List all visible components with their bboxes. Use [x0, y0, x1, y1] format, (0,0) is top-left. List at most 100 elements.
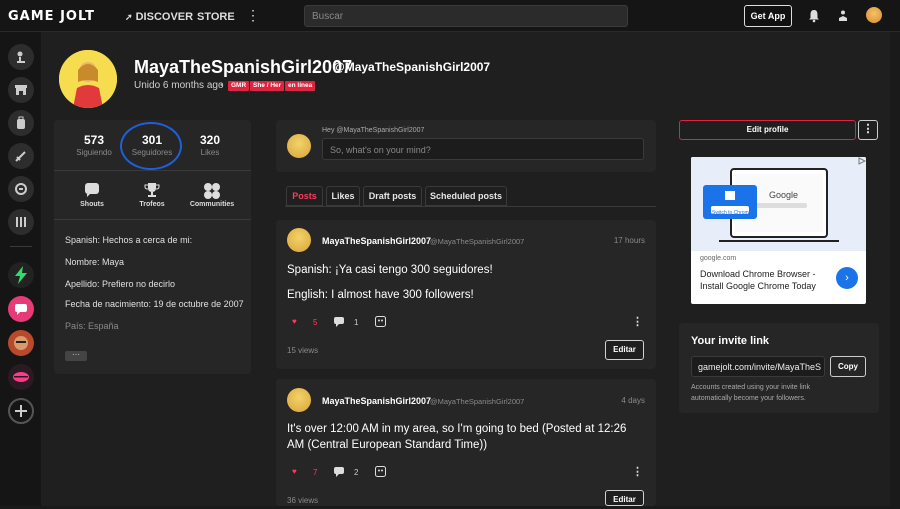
profile-options-button[interactable]: ⋮	[858, 120, 878, 140]
heart-icon: ♥	[292, 467, 297, 476]
followers-highlight-circle	[120, 122, 182, 170]
post-time: 17 hours	[613, 236, 645, 245]
post-options-icon[interactable]: ⋮	[632, 467, 643, 478]
bio-line-5: País: España	[65, 321, 119, 331]
post-avatar[interactable]	[287, 228, 311, 252]
sidebar-community-pink[interactable]	[8, 296, 34, 322]
profile-avatar[interactable]	[59, 50, 117, 108]
comment-count: 1	[354, 318, 359, 327]
comment-icon	[334, 317, 344, 327]
search-input[interactable]: Buscar	[304, 5, 628, 27]
sidebar-library-button[interactable]	[8, 110, 34, 136]
tree-icon	[17, 51, 25, 63]
ad-switch-button: Switch to Chrome	[712, 210, 752, 216]
post-handle: @MayaTheSpanishGirl2007	[430, 397, 525, 406]
composer-greeting: Hey @MayaTheSpanishGirl2007	[322, 127, 425, 134]
sidebar-add-community-button[interactable]	[8, 398, 34, 424]
edit-post-button[interactable]: Editar	[605, 490, 644, 506]
adchoices-icon[interactable]	[858, 157, 866, 165]
post-text-line: AM (Central European Standard Time))	[287, 439, 488, 451]
gamejolt-logo[interactable]: GAME JOLT	[8, 9, 95, 24]
sidebar-realms-button[interactable]	[8, 44, 34, 70]
tab-scheduled-posts[interactable]: Scheduled posts	[425, 186, 507, 206]
sticker-icon[interactable]	[375, 466, 386, 477]
sticker-icon[interactable]	[375, 316, 386, 327]
stat-likes-label: Likes	[200, 148, 220, 157]
tag-pronouns: She / Her	[250, 81, 285, 91]
post-text-line: English: I almost have 300 followers!	[287, 289, 474, 301]
bio-line-1: Spanish: Hechos a cerca de mi:	[65, 235, 193, 245]
post-author[interactable]: MayaTheSpanishGirl2007	[322, 236, 431, 246]
post-views: 36 views	[287, 496, 319, 505]
face-icon	[14, 336, 28, 350]
like-count: 7	[313, 468, 318, 477]
post-options-icon[interactable]: ⋮	[632, 317, 643, 328]
trophy-icon	[144, 183, 160, 197]
ad-brand: Google	[769, 190, 799, 200]
ad-image: Google Switch to Chrome	[691, 157, 866, 251]
bell-icon[interactable]	[807, 9, 821, 23]
stat-following-value: 573	[83, 133, 105, 147]
edit-profile-button[interactable]: Edit profile	[679, 120, 856, 140]
communities-icon	[204, 183, 220, 199]
invite-link-field[interactable]: gamejolt.com/invite/MayaTheS	[691, 356, 825, 377]
quicklink-shouts-label: Shouts	[80, 201, 104, 208]
ad-illustration	[691, 157, 866, 251]
backpack-icon	[17, 116, 25, 129]
left-sidebar	[0, 32, 41, 506]
avatar-image	[59, 50, 117, 108]
post-text-line: Spanish: ¡Ya casi tengo 300 seguidores!	[287, 264, 493, 276]
tab-draft-posts[interactable]: Draft posts	[363, 186, 422, 206]
copy-invite-button[interactable]: Copy	[830, 356, 866, 377]
bio-expand-button[interactable]: ···	[65, 351, 87, 361]
sidebar-community-gamejolt[interactable]	[8, 262, 34, 288]
post-time: 4 days	[621, 396, 645, 405]
bio-line-4: Fecha de nacimiento: 19 de octubre de 20…	[65, 299, 244, 309]
top-navbar: GAME JOLT ➚ DISCOVER STORE ⋮ Buscar Get …	[0, 0, 900, 32]
plus-icon	[15, 405, 27, 417]
sword-icon	[15, 151, 26, 162]
edit-post-button[interactable]: Editar	[605, 340, 644, 360]
post-author[interactable]: MayaTheSpanishGirl2007	[322, 396, 431, 406]
sidebar-community-avatar[interactable]	[8, 330, 34, 356]
friends-icon[interactable]	[836, 9, 850, 23]
nav-discover[interactable]: ➚ DISCOVER	[125, 11, 193, 23]
nav-store[interactable]: STORE	[197, 11, 235, 23]
post-handle: @MayaTheSpanishGirl2007	[430, 237, 525, 246]
composer-avatar	[287, 134, 311, 158]
quicklinks-divider	[54, 219, 251, 220]
comment-icon	[334, 467, 344, 477]
post-avatar[interactable]	[287, 388, 311, 412]
sidebar-chat-button[interactable]	[8, 176, 34, 202]
speech-bubble-icon	[15, 304, 27, 315]
sidebar-quests-button[interactable]	[8, 143, 34, 169]
ad-title: Download Chrome Browser - Install Google…	[700, 269, 816, 291]
profile-joined: Unido 6 months ago	[134, 80, 224, 91]
lips-icon	[13, 372, 29, 382]
advertisement[interactable]: Google Switch to Chrome google.com Downl…	[691, 157, 866, 304]
more-menu-icon[interactable]: ⋮	[246, 8, 260, 22]
tab-likes[interactable]: Likes	[326, 186, 360, 206]
user-avatar[interactable]	[866, 7, 882, 23]
like-count: 5	[313, 318, 318, 327]
gamejolt-bolt-icon	[15, 266, 27, 284]
post-text-line: It's over 12:00 AM in my area, so I'm go…	[287, 423, 627, 435]
stat-likes-value: 320	[199, 133, 221, 147]
tabs-underline	[285, 206, 656, 207]
separator-dot: •	[220, 80, 224, 90]
get-app-button[interactable]: Get App	[744, 5, 792, 27]
sidebar-community-lips[interactable]	[8, 364, 34, 390]
store-icon	[15, 85, 27, 95]
bio-line-3: Apellido: Prefiero no decirlo	[65, 279, 176, 289]
heart-icon: ♥	[292, 317, 297, 326]
composer-input[interactable]: So, what's on your mind?	[322, 138, 644, 160]
tab-posts[interactable]: Posts	[286, 186, 323, 206]
sidebar-games-button[interactable]	[8, 209, 34, 235]
ad-arrow-icon[interactable]: ›	[836, 267, 858, 289]
sidebar-divider	[10, 246, 32, 247]
bio-line-2: Nombre: Maya	[65, 257, 125, 267]
tag-online: en línea	[285, 81, 316, 91]
sidebar-store-button[interactable]	[8, 77, 34, 103]
invite-title: Your invite link	[691, 335, 770, 347]
page-scrollbar[interactable]	[890, 32, 900, 506]
